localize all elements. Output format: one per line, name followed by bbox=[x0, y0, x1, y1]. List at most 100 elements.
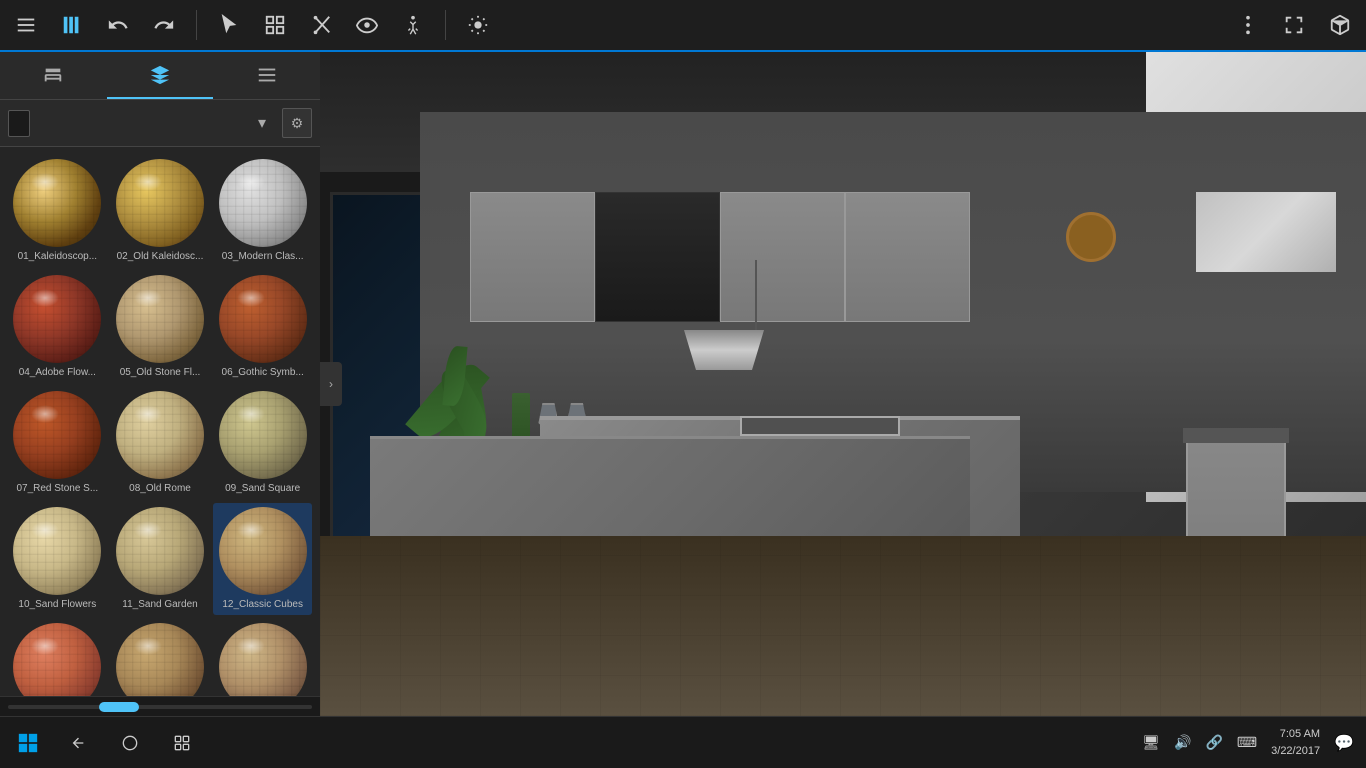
material-sphere-7 bbox=[13, 391, 101, 479]
material-item-6[interactable]: 06_Gothic Symb... bbox=[213, 271, 312, 383]
properties-icon[interactable] bbox=[1234, 11, 1262, 39]
category-dropdown-wrapper[interactable]: Floor Tiles bbox=[8, 110, 274, 137]
redo-icon[interactable] bbox=[150, 11, 178, 39]
material-item-8[interactable]: 08_Old Rome bbox=[111, 387, 210, 499]
material-name-2: 02_Old Kaleidosc... bbox=[117, 251, 204, 263]
view-task-button[interactable] bbox=[164, 725, 200, 761]
material-name-10: 10_Sand Flowers bbox=[18, 599, 96, 611]
pendant-lamp bbox=[755, 260, 757, 340]
material-name-11: 11_Sand Garden bbox=[122, 599, 197, 611]
material-item-12[interactable]: 12_Classic Cubes bbox=[213, 503, 312, 615]
range-hood bbox=[1196, 192, 1336, 272]
material-sphere-15 bbox=[219, 623, 307, 696]
toolbar-sep-2 bbox=[445, 10, 446, 40]
material-name-7: 07_Red Stone S... bbox=[16, 483, 98, 495]
network-icon[interactable]: 🔗 bbox=[1205, 734, 1222, 751]
clock-date: 3/22/2017 bbox=[1271, 743, 1320, 760]
kitchen-render bbox=[320, 52, 1366, 716]
material-item-9[interactable]: 09_Sand Square bbox=[213, 387, 312, 499]
category-select[interactable]: Floor Tiles bbox=[8, 110, 30, 137]
material-name-3: 03_Modern Clas... bbox=[222, 251, 304, 263]
back-button[interactable] bbox=[60, 725, 96, 761]
material-sphere-12 bbox=[219, 507, 307, 595]
taskbar-left bbox=[12, 725, 200, 761]
toolbar-sep-1 bbox=[196, 10, 197, 40]
cabinet-unit-dark bbox=[595, 192, 720, 322]
material-sphere-5 bbox=[116, 275, 204, 363]
tab-list[interactable] bbox=[213, 52, 320, 99]
material-sphere-11 bbox=[116, 507, 204, 595]
home-button[interactable] bbox=[112, 725, 148, 761]
material-sphere-8 bbox=[116, 391, 204, 479]
material-item-4[interactable]: 04_Adobe Flow... bbox=[8, 271, 107, 383]
material-item-15[interactable]: 15_Classic Old C... bbox=[213, 619, 312, 696]
left-panel: Floor Tiles ⚙ 01_Kaleidoscop... 02_Old Ka… bbox=[0, 52, 320, 716]
panel-tabs bbox=[0, 52, 320, 100]
scene-floor bbox=[320, 536, 1366, 716]
material-sphere-4 bbox=[13, 275, 101, 363]
walk-icon[interactable] bbox=[399, 11, 427, 39]
light-icon[interactable] bbox=[464, 11, 492, 39]
volume-icon[interactable]: 🔊 bbox=[1174, 734, 1191, 751]
scroll-thumb[interactable] bbox=[99, 702, 139, 712]
material-sphere-6 bbox=[219, 275, 307, 363]
select-tool-icon[interactable] bbox=[215, 11, 243, 39]
3d-cube-icon[interactable] bbox=[1326, 11, 1354, 39]
material-name-9: 09_Sand Square bbox=[225, 483, 300, 495]
material-name-1: 01_Kaleidoscop... bbox=[18, 251, 98, 263]
material-sphere-1 bbox=[13, 159, 101, 247]
material-name-4: 04_Adobe Flow... bbox=[19, 367, 96, 379]
undo-icon[interactable] bbox=[104, 11, 132, 39]
settings-button[interactable]: ⚙ bbox=[282, 108, 312, 138]
material-grid: 01_Kaleidoscop... 02_Old Kaleidosc... 03_M… bbox=[0, 147, 320, 696]
clock-area: 7:05 AM 3/22/2017 bbox=[1271, 726, 1320, 759]
tab-furniture[interactable] bbox=[0, 52, 107, 99]
panel-collapse-arrow[interactable]: › bbox=[320, 362, 342, 406]
library-icon[interactable] bbox=[58, 11, 86, 39]
upper-cabinets bbox=[470, 192, 970, 322]
material-name-5: 05_Old Stone Fl... bbox=[120, 367, 201, 379]
material-sphere-2 bbox=[116, 159, 204, 247]
material-item-3[interactable]: 03_Modern Clas... bbox=[213, 155, 312, 267]
status-bar: 🖥 🔊 🔗 ⌨ 7:05 AM 3/22/2017 💬 bbox=[0, 716, 1366, 768]
sink bbox=[740, 416, 900, 436]
category-bar: Floor Tiles ⚙ bbox=[0, 100, 320, 147]
notifications-icon[interactable]: 🖥 bbox=[1142, 734, 1160, 751]
material-name-12: 12_Classic Cubes bbox=[222, 599, 303, 611]
fullscreen-icon[interactable] bbox=[1280, 11, 1308, 39]
action-center-icon[interactable]: 💬 bbox=[1334, 733, 1354, 753]
stove-top bbox=[1183, 428, 1289, 443]
material-item-13[interactable]: 13_Classic Ashlar bbox=[8, 619, 107, 696]
taskbar-right: 🖥 🔊 🔗 ⌨ 7:05 AM 3/22/2017 💬 bbox=[1142, 726, 1354, 759]
snap-icon[interactable] bbox=[261, 11, 289, 39]
scroll-bar bbox=[0, 696, 320, 716]
clock-time: 7:05 AM bbox=[1271, 726, 1320, 743]
material-sphere-3 bbox=[219, 159, 307, 247]
viewport[interactable] bbox=[320, 52, 1366, 716]
material-sphere-14 bbox=[116, 623, 204, 696]
material-item-10[interactable]: 10_Sand Flowers bbox=[8, 503, 107, 615]
cabinet-unit-2 bbox=[720, 192, 845, 322]
view-icon[interactable] bbox=[353, 11, 381, 39]
pendant-shade bbox=[684, 330, 764, 370]
material-item-11[interactable]: 11_Sand Garden bbox=[111, 503, 210, 615]
cabinet-unit-3 bbox=[845, 192, 970, 322]
material-item-7[interactable]: 07_Red Stone S... bbox=[8, 387, 107, 499]
scissors-icon[interactable] bbox=[307, 11, 335, 39]
top-toolbar bbox=[0, 0, 1366, 52]
material-name-8: 08_Old Rome bbox=[129, 483, 191, 495]
keyboard-icon[interactable]: ⌨ bbox=[1237, 734, 1257, 751]
scroll-track[interactable] bbox=[8, 705, 312, 709]
material-item-2[interactable]: 02_Old Kaleidosc... bbox=[111, 155, 210, 267]
wall-clock bbox=[1066, 212, 1116, 262]
material-item-5[interactable]: 05_Old Stone Fl... bbox=[111, 271, 210, 383]
material-sphere-10 bbox=[13, 507, 101, 595]
main-area: Floor Tiles ⚙ 01_Kaleidoscop... 02_Old Ka… bbox=[0, 52, 1366, 716]
windows-start-button[interactable] bbox=[12, 727, 44, 759]
material-item-1[interactable]: 01_Kaleidoscop... bbox=[8, 155, 107, 267]
menu-icon[interactable] bbox=[12, 11, 40, 39]
material-item-14[interactable]: 14_Sand Classic bbox=[111, 619, 210, 696]
material-name-6: 06_Gothic Symb... bbox=[222, 367, 304, 379]
tab-materials[interactable] bbox=[107, 52, 214, 99]
cabinet-unit bbox=[470, 192, 595, 322]
